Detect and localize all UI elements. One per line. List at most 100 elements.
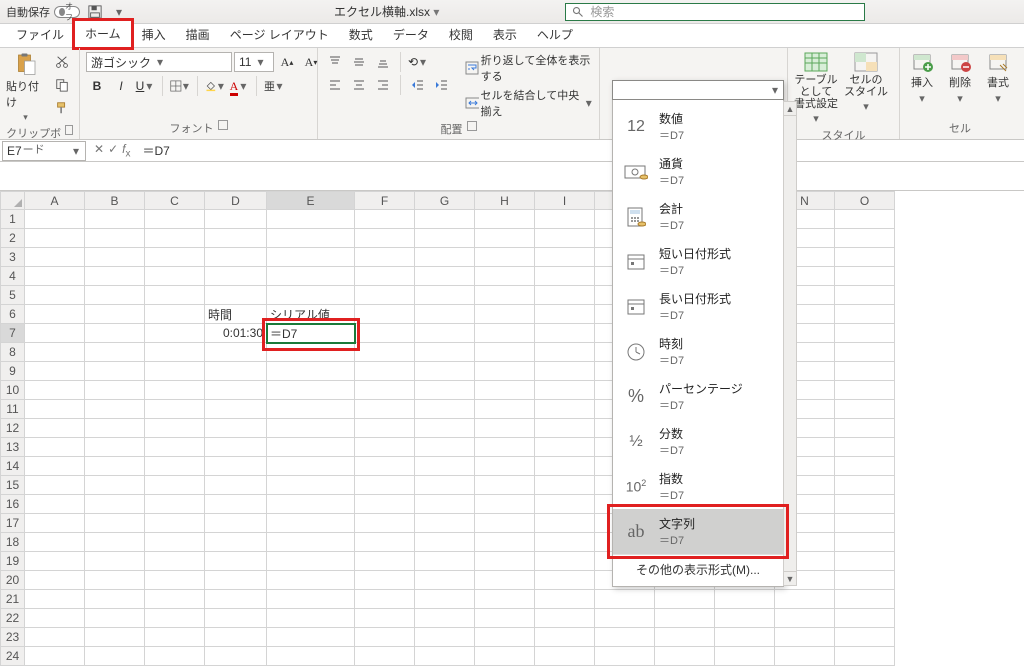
cell[interactable]: [25, 324, 85, 343]
column-header[interactable]: B: [85, 192, 145, 210]
row-header[interactable]: 2: [1, 229, 25, 248]
cell[interactable]: [267, 286, 355, 305]
cell[interactable]: [835, 210, 895, 229]
cell[interactable]: [415, 438, 475, 457]
autosave-switch[interactable]: オフ: [54, 6, 80, 18]
number-format-item[interactable]: % パーセンテージ ＝D7: [613, 374, 783, 419]
cell[interactable]: [85, 438, 145, 457]
align-center-icon[interactable]: [348, 75, 370, 95]
autosave-toggle[interactable]: 自動保存 オフ: [6, 4, 80, 20]
font-dialog-launcher[interactable]: [218, 120, 228, 130]
cell[interactable]: [267, 438, 355, 457]
tab-home[interactable]: ホーム: [74, 20, 132, 48]
cell[interactable]: [25, 609, 85, 628]
cell[interactable]: [267, 628, 355, 647]
cell[interactable]: [415, 324, 475, 343]
cell[interactable]: [535, 229, 595, 248]
cell[interactable]: [25, 571, 85, 590]
cell[interactable]: [475, 400, 535, 419]
cell[interactable]: [25, 628, 85, 647]
row-header[interactable]: 15: [1, 476, 25, 495]
cut-icon[interactable]: [51, 52, 73, 72]
cell[interactable]: [85, 609, 145, 628]
cell[interactable]: [475, 438, 535, 457]
cell[interactable]: [85, 590, 145, 609]
cell[interactable]: [205, 571, 267, 590]
cell[interactable]: [25, 381, 85, 400]
column-header[interactable]: O: [835, 192, 895, 210]
cell[interactable]: [415, 400, 475, 419]
cell[interactable]: [835, 647, 895, 666]
tab-page-layout[interactable]: ページ レイアウト: [220, 22, 339, 47]
cell[interactable]: [835, 609, 895, 628]
cell[interactable]: [835, 400, 895, 419]
column-header[interactable]: C: [145, 192, 205, 210]
cell[interactable]: [145, 514, 205, 533]
cell[interactable]: [595, 647, 655, 666]
cell[interactable]: [475, 343, 535, 362]
underline-button[interactable]: U▾: [134, 76, 156, 96]
cell[interactable]: [25, 210, 85, 229]
cell[interactable]: [835, 571, 895, 590]
cell[interactable]: [415, 419, 475, 438]
cell[interactable]: [475, 571, 535, 590]
cell[interactable]: [85, 533, 145, 552]
row-header[interactable]: 17: [1, 514, 25, 533]
cell[interactable]: [415, 609, 475, 628]
cell[interactable]: [355, 552, 415, 571]
delete-cells-button[interactable]: 削除▾: [944, 52, 976, 105]
cell[interactable]: [205, 438, 267, 457]
cell[interactable]: [835, 533, 895, 552]
font-name-combo[interactable]: 游ゴシック▾: [86, 52, 232, 72]
cell[interactable]: [267, 362, 355, 381]
cell[interactable]: [85, 324, 145, 343]
increase-font-icon[interactable]: A▴: [276, 52, 298, 72]
cell[interactable]: [475, 495, 535, 514]
tab-data[interactable]: データ: [383, 22, 439, 47]
cell[interactable]: [415, 514, 475, 533]
row-header[interactable]: 3: [1, 248, 25, 267]
cell[interactable]: [25, 647, 85, 666]
cell[interactable]: [415, 229, 475, 248]
cell[interactable]: [835, 495, 895, 514]
paste-button[interactable]: 貼り付け ▾: [6, 52, 45, 123]
cell[interactable]: [267, 343, 355, 362]
cell[interactable]: [355, 514, 415, 533]
cell[interactable]: [535, 286, 595, 305]
cell[interactable]: ＝D7: [267, 324, 355, 343]
cell[interactable]: [205, 343, 267, 362]
worksheet-grid[interactable]: ABCDEFGHIMNO123456時間シリアル値70:01:30＝D78910…: [0, 191, 1024, 666]
cell-styles-button[interactable]: セルの スタイル▾: [844, 52, 888, 113]
cell[interactable]: [85, 514, 145, 533]
align-bottom-icon[interactable]: [372, 52, 394, 72]
cell[interactable]: [145, 628, 205, 647]
cell[interactable]: [205, 286, 267, 305]
cell[interactable]: [25, 229, 85, 248]
cell[interactable]: [205, 267, 267, 286]
row-header[interactable]: 8: [1, 343, 25, 362]
cell[interactable]: [415, 476, 475, 495]
cell[interactable]: [85, 571, 145, 590]
cell[interactable]: [475, 229, 535, 248]
cell[interactable]: [535, 248, 595, 267]
cell[interactable]: [145, 343, 205, 362]
cell[interactable]: [775, 590, 835, 609]
cell[interactable]: [415, 552, 475, 571]
row-header[interactable]: 5: [1, 286, 25, 305]
cell[interactable]: [145, 324, 205, 343]
cell[interactable]: [355, 590, 415, 609]
cell[interactable]: [535, 457, 595, 476]
cell[interactable]: [267, 533, 355, 552]
cell[interactable]: [595, 628, 655, 647]
cell[interactable]: [205, 457, 267, 476]
cell[interactable]: [355, 647, 415, 666]
cell[interactable]: [775, 628, 835, 647]
cell[interactable]: [25, 267, 85, 286]
cell[interactable]: [835, 267, 895, 286]
number-format-item[interactable]: 12 数値 ＝D7: [613, 104, 783, 149]
number-format-combo[interactable]: ▾: [612, 80, 784, 100]
cell[interactable]: [267, 476, 355, 495]
cell[interactable]: [267, 400, 355, 419]
cell[interactable]: [267, 514, 355, 533]
cell[interactable]: [267, 457, 355, 476]
